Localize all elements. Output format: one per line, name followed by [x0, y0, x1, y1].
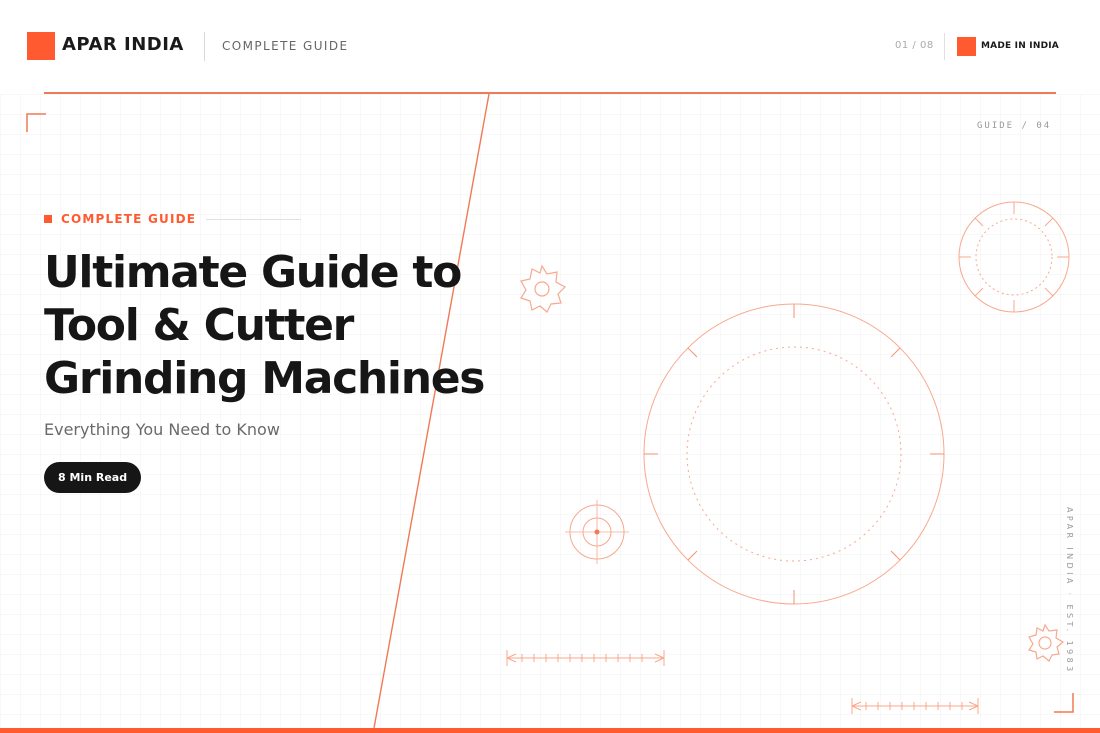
made-in-india-label: MADE IN INDIA: [981, 41, 1059, 51]
header-accent-rule: [44, 92, 1056, 94]
hero-section: COMPLETE GUIDE Ultimate Guide to Tool & …: [44, 212, 524, 493]
logo-mark[interactable]: [27, 32, 55, 60]
page-indicator: 01 / 08: [895, 40, 934, 51]
vertical-brand-text: APAR INDIA · EST. 1983: [1065, 507, 1074, 675]
hero-title-line: Ultimate Guide to: [44, 247, 462, 298]
section-label: COMPLETE GUIDE: [222, 39, 349, 53]
guide-code: GUIDE / 04: [977, 121, 1052, 131]
hero-title-line: Grinding Machines: [44, 353, 485, 404]
hero-title-line: Tool & Cutter: [44, 300, 354, 351]
brand-name[interactable]: APAR INDIA: [62, 34, 184, 55]
made-in-india-badge-icon: [957, 37, 976, 56]
top-header: APAR INDIA COMPLETE GUIDE 01 / 08 MADE I…: [0, 0, 1100, 92]
hero-subtitle: Everything You Need to Know: [44, 420, 280, 439]
bottom-accent-bar: [0, 728, 1100, 733]
header-divider: [204, 32, 205, 61]
kicker-square-icon: [44, 215, 52, 223]
kicker-divider: [206, 218, 302, 220]
read-time-badge: 8 Min Read: [44, 462, 142, 493]
hero-title: Ultimate Guide to Tool & Cutter Grinding…: [44, 246, 524, 405]
hero-kicker: COMPLETE GUIDE: [44, 212, 524, 226]
kicker-label: COMPLETE GUIDE: [61, 212, 197, 226]
header-divider-right: [944, 33, 945, 60]
